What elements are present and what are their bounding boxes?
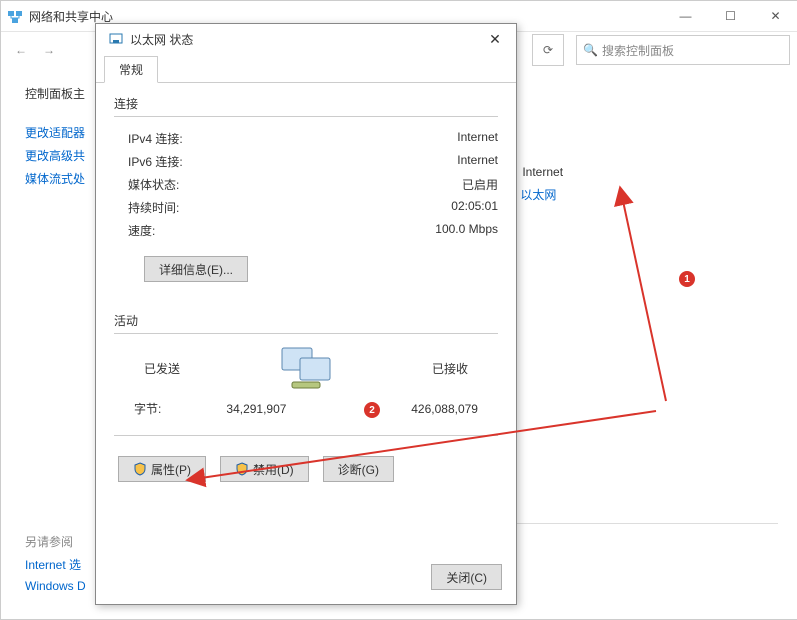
speed-label: 速度:	[128, 222, 155, 239]
window-title: 网络和共享中心	[29, 8, 663, 25]
ethernet-icon	[108, 31, 124, 47]
diagnose-button-label: 诊断(G)	[338, 461, 379, 478]
search-placeholder: 搜索控制面板	[602, 42, 674, 59]
search-icon: 🔍	[583, 43, 598, 57]
speed-value: 100.0 Mbps	[435, 222, 498, 239]
network-center-icon	[7, 8, 23, 24]
duration-label: 持续时间:	[128, 199, 179, 216]
annotation-badge-1: 1	[679, 271, 695, 287]
dialog-body: 连接 IPv4 连接: Internet IPv6 连接: Internet 媒体状…	[96, 83, 516, 494]
disable-button[interactable]: 禁用(D)	[220, 456, 309, 482]
search-input[interactable]: 🔍 搜索控制面板	[576, 35, 790, 65]
ipv6-label: IPv6 连接:	[128, 153, 183, 170]
ethernet-status-dialog: 以太网 状态 ✕ 常规 连接 IPv4 连接: Internet IPv6 连接:…	[95, 23, 517, 605]
dialog-close-button[interactable]: ✕	[480, 27, 510, 51]
ipv4-label: IPv4 连接:	[128, 130, 183, 147]
activity-monitor-icon	[274, 344, 338, 392]
bytes-label: 字节:	[134, 400, 184, 417]
dialog-titlebar: 以太网 状态 ✕	[96, 24, 516, 54]
close-button[interactable]: ✕	[753, 1, 797, 31]
minimize-button[interactable]: —	[663, 1, 708, 31]
control-panel-window: 网络和共享中心 — ☐ ✕ ← → ⌄ ⟳ 🔍 搜索控制面板 控制面板主 更改适…	[0, 0, 797, 620]
access-type-value: Internet	[522, 165, 563, 179]
group-connection: 连接	[114, 95, 498, 112]
disable-button-label: 禁用(D)	[253, 461, 294, 478]
bytes-received-value: 426,088,079	[411, 402, 478, 416]
maximize-button[interactable]: ☐	[708, 1, 753, 31]
sent-label: 已发送	[144, 360, 180, 377]
properties-button-label: 属性(P)	[151, 461, 191, 478]
tab-strip: 常规	[96, 54, 516, 83]
shield-icon	[235, 462, 249, 476]
ethernet-link[interactable]: 以太网	[520, 186, 556, 203]
diagnose-button[interactable]: 诊断(G)	[323, 456, 394, 482]
ipv6-value: Internet	[457, 153, 498, 170]
ipv4-value: Internet	[457, 130, 498, 147]
bytes-sent-value: 34,291,907	[226, 402, 286, 416]
divider	[114, 333, 498, 334]
duration-value: 02:05:01	[451, 199, 498, 216]
details-button[interactable]: 详细信息(E)...	[144, 256, 248, 282]
properties-button[interactable]: 属性(P)	[118, 456, 206, 482]
received-label: 已接收	[432, 360, 468, 377]
dialog-title: 以太网 状态	[130, 31, 480, 48]
refresh-button[interactable]: ⟳	[532, 34, 564, 66]
back-button[interactable]: ←	[9, 38, 33, 62]
media-state-label: 媒体状态:	[128, 176, 179, 193]
shield-icon	[133, 462, 147, 476]
divider	[114, 435, 498, 436]
media-state-value: 已启用	[462, 176, 498, 193]
close-button[interactable]: 关闭(C)	[431, 564, 502, 590]
group-activity: 活动	[114, 312, 498, 329]
annotation-badge-2: 2	[364, 402, 380, 418]
divider	[114, 116, 498, 117]
tab-general[interactable]: 常规	[104, 56, 158, 83]
forward-button[interactable]: →	[37, 38, 61, 62]
